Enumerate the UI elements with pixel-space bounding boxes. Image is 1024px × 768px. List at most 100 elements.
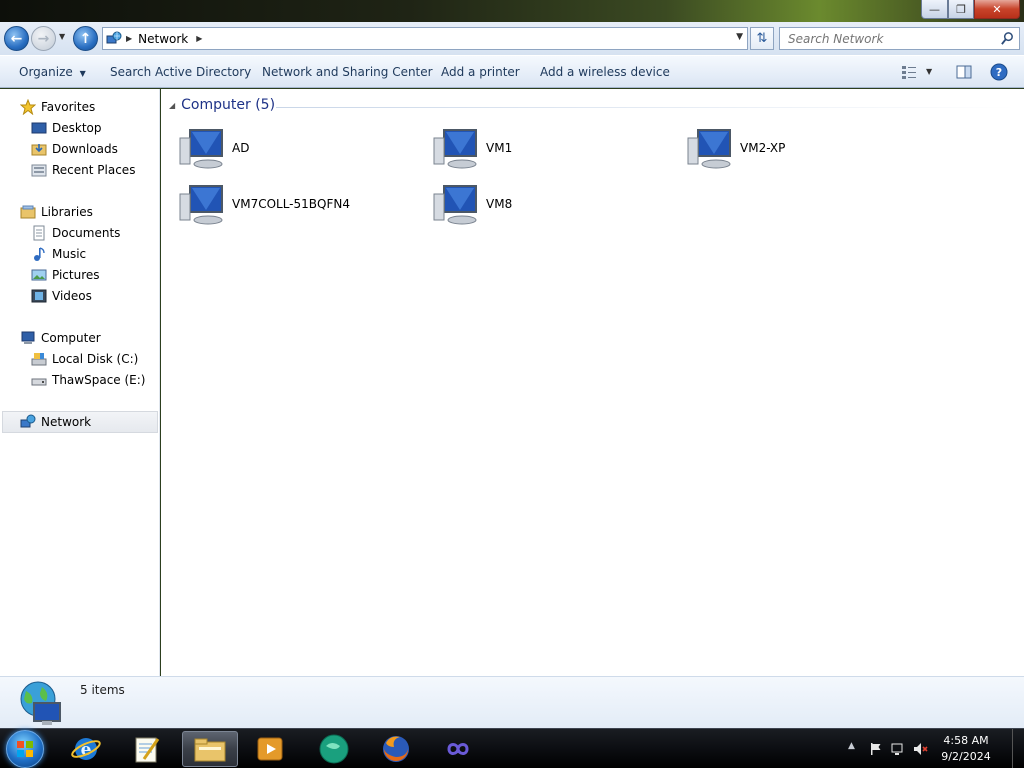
tree-thawspace[interactable]: ThawSpace (E:) [31,370,145,390]
media-player-icon [257,737,283,761]
tree-recent-places[interactable]: Recent Places [31,160,135,180]
taskbar-media-player[interactable] [246,731,294,767]
up-button[interactable]: ↑ [73,26,98,51]
computer-item[interactable]: VM1 [432,123,512,173]
refresh-button[interactable]: ⇅ [750,27,774,50]
recent-places-icon [31,164,47,177]
local-disk-icon [31,353,47,366]
collapse-triangle-icon[interactable]: ◢ [169,101,175,110]
organize-label: Organize [19,65,73,79]
tree-label: Pictures [52,268,100,282]
tree-label: Recent Places [52,163,136,177]
tree-local-disk[interactable]: Local Disk (C:) [31,349,138,369]
address-history-dropdown-icon[interactable]: ▼ [736,32,743,42]
start-button[interactable] [6,730,44,768]
show-hidden-icons-button[interactable]: ▲ [848,741,855,751]
computer-name: VM8 [486,197,513,211]
volume-muted-icon[interactable] [912,741,928,757]
close-button[interactable]: ✕ [974,0,1020,19]
tree-music[interactable]: Music [31,244,86,264]
tree-label: Downloads [52,142,118,156]
search-input[interactable] [788,31,988,46]
chevron-down-icon: ▼ [79,69,86,78]
search-active-directory-button[interactable]: Search Active Directory [110,65,251,79]
network-computer-icon [179,129,223,169]
taskbar-internet-explorer[interactable]: e [62,731,110,767]
forward-button[interactable]: → [31,26,56,51]
details-pane: 5 items [0,676,1024,728]
star-icon [20,99,36,115]
computer-icon [21,331,35,344]
taskbar-app-globe[interactable] [310,731,358,767]
view-options-dropdown-icon[interactable]: ▼ [926,67,932,76]
tree-videos[interactable]: Videos [31,286,92,306]
tree-label: Documents [52,226,121,240]
computer-item[interactable]: VM2-XP [686,123,785,173]
system-tray: ▲ 4:58 AM 9/2/2024 [824,729,1024,768]
group-title: Computer (5) [181,97,276,113]
tree-label: Computer [41,331,101,345]
show-desktop-button[interactable] [1012,729,1024,768]
downloads-folder-icon [31,144,47,156]
back-button[interactable]: ← [4,26,29,51]
taskbar-windows-explorer[interactable] [182,731,238,767]
clock-time: 4:58 AM [943,734,989,747]
taskbar-firefox[interactable] [372,731,420,767]
tree-label: Videos [52,289,92,303]
command-bar: Organize ▼ Search Active Directory Netwo… [0,55,1024,88]
computer-name: VM7COLL-51BQFN4 [232,197,350,211]
taskbar-visual-studio[interactable] [434,731,482,767]
add-printer-button[interactable]: Add a printer [441,65,520,79]
clock[interactable]: 4:58 AM 9/2/2024 [936,733,996,765]
search-icon[interactable] [1000,31,1015,46]
network-tray-icon[interactable] [890,741,906,757]
recent-pages-dropdown-icon[interactable]: ▼ [59,32,69,44]
videos-filmstrip-icon [31,289,47,303]
tree-label: Local Disk (C:) [52,352,139,366]
network-globe-icon [20,414,36,428]
computer-name: VM1 [486,141,513,155]
address-bar[interactable]: ▶ Network ▶ ▼ [102,27,748,50]
tree-computer[interactable]: Computer [20,328,101,348]
network-sharing-center-button[interactable]: Network and Sharing Center [262,65,433,79]
windows-logo-icon [17,741,33,757]
tree-favorites[interactable]: Favorites [20,97,95,117]
computer-group-header[interactable]: ◢ Computer (5) [169,97,275,113]
tree-network[interactable]: Network [20,412,91,432]
search-box[interactable] [779,27,1020,50]
breadcrumb-chevron-icon[interactable]: ▶ [196,34,202,43]
help-icon[interactable]: ? [990,63,1008,81]
network-computer-icon [687,129,731,169]
preview-pane-icon[interactable] [955,63,973,81]
restore-button[interactable]: ❐ [948,0,974,19]
tree-desktop[interactable]: Desktop [31,118,102,138]
clock-date: 9/2/2024 [941,750,991,763]
breadcrumb-network[interactable]: Network [138,32,188,46]
svg-text:?: ? [996,66,1002,79]
item-count: 5 items [80,683,125,697]
computer-item[interactable]: VM8 [432,179,512,229]
tree-pictures[interactable]: Pictures [31,265,100,285]
computer-item[interactable]: VM7COLL-51BQFN4 [178,179,350,229]
change-view-icon[interactable] [900,63,918,81]
firefox-icon [383,736,409,762]
group-divider [276,107,1016,108]
network-computer-icon [433,185,477,225]
action-center-flag-icon[interactable] [868,741,884,757]
minimize-button[interactable]: — [921,0,948,19]
libraries-icon [20,205,36,219]
add-wireless-device-button[interactable]: Add a wireless device [540,65,670,79]
taskbar: e ▲ 4:58 AM 9/2/2024 [0,728,1024,768]
tree-label: Network [41,415,92,429]
taskbar-notepad[interactable] [122,731,170,767]
tree-libraries[interactable]: Libraries [20,202,93,222]
tree-label: Favorites [41,100,96,114]
computer-item[interactable]: AD [178,123,249,173]
tree-downloads[interactable]: Downloads [31,139,118,159]
tree-documents[interactable]: Documents [31,223,120,243]
breadcrumb-chevron-icon[interactable]: ▶ [126,34,132,43]
organize-menu[interactable]: Organize ▼ [19,65,86,79]
caption-buttons: — ❐ ✕ [921,0,1020,20]
content-pane: ◢ Computer (5) AD VM1 VM2-XP VM7COLL-51B… [161,89,1024,676]
notepad-icon [135,737,160,763]
